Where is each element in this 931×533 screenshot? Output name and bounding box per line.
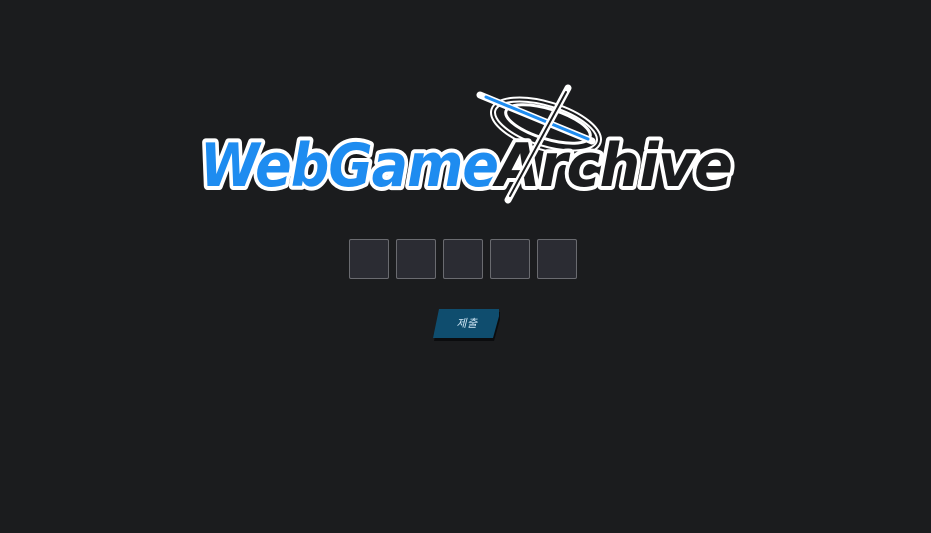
code-input-3[interactable] (443, 239, 483, 279)
code-input-row (349, 239, 577, 279)
webgamearchive-logo: WebGame WebGame Archive Archive (196, 84, 738, 206)
code-input-5[interactable] (537, 239, 577, 279)
submit-button-container: 제출 (433, 309, 503, 341)
logo-graphic: WebGame WebGame Archive Archive (196, 84, 737, 205)
submit-button[interactable]: 제출 (433, 309, 499, 338)
submit-button-label: 제출 (456, 317, 478, 330)
code-input-4[interactable] (490, 239, 530, 279)
logo-wordmark-webgame: WebGame (200, 131, 498, 201)
code-input-1[interactable] (349, 239, 389, 279)
code-input-2[interactable] (396, 239, 436, 279)
page: WebGame WebGame Archive Archive 제출 (0, 0, 931, 533)
